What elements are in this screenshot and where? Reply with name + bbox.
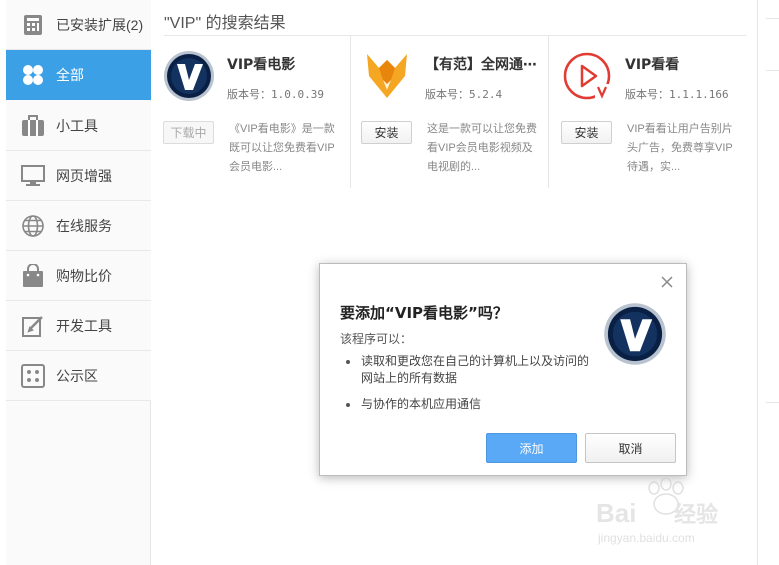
dialog-subtitle: 该程序可以： xyxy=(340,332,413,346)
extension-name: 【有范】全网通⋯ xyxy=(425,57,537,73)
youfan-fox-logo-icon xyxy=(361,50,413,102)
vip-movie-logo-icon xyxy=(603,302,667,366)
installed-icon xyxy=(20,12,46,38)
extension-description: 《VIP看电影》是一款既可以让您免费看VIP会员电影... xyxy=(229,123,335,173)
results-title: "VIP" 的搜索结果 xyxy=(164,15,286,32)
baidu-jingyan-watermark: Bai 经验 jingyan.baidu.com xyxy=(596,477,746,548)
permission-list: 读取和更改您在自己的计算机上以及访问的网站上的所有数据 与协作的本机应用通信 xyxy=(344,353,594,422)
extension-description: VIP看看让用户告别片头广告，免费尊享VIP待遇，实... xyxy=(627,123,733,173)
sidebar-item-dev-tools[interactable]: 开发工具 xyxy=(6,301,151,351)
all-grid-icon xyxy=(20,62,46,88)
sidebar-item-label: 全部 xyxy=(56,66,84,83)
extension-card[interactable]: VIP看看 版本号：1.1.1.166 安装 VIP看看让用户告别片头广告，免费… xyxy=(549,36,749,188)
sidebar-item-tools[interactable]: 小工具 xyxy=(6,101,151,151)
sidebar-item-public[interactable]: 公示区 xyxy=(6,351,151,401)
dots-grid-icon xyxy=(20,363,46,389)
cancel-button[interactable]: 取消 xyxy=(585,433,676,463)
sidebar-item-shopping[interactable]: 购物比价 xyxy=(6,251,151,301)
install-button[interactable]: 安装 xyxy=(561,121,612,144)
sidebar-item-label: 网页增强 xyxy=(56,167,112,184)
svg-text:经验: 经验 xyxy=(674,502,718,528)
sidebar-item-web-enhance[interactable]: 网页增强 xyxy=(6,151,151,201)
sidebar-item-label: 开发工具 xyxy=(56,317,112,334)
vip-movie-logo-icon xyxy=(163,50,215,102)
sidebar-item-label: 购物比价 xyxy=(56,267,112,284)
svg-text:jingyan.baidu.com: jingyan.baidu.com xyxy=(597,531,695,545)
extension-version: 版本号：5.2.4 xyxy=(425,88,503,101)
extension-version: 版本号：1.1.1.166 xyxy=(625,88,729,101)
downloading-button[interactable]: 下载中 xyxy=(163,121,214,144)
sidebar: 已安装扩展(2) 全部 小工具 网页增强 在线服务 购物比价 开发工具 公示区 xyxy=(6,0,151,565)
sidebar-item-all[interactable]: 全部 xyxy=(6,50,151,100)
edit-icon xyxy=(20,313,46,339)
sidebar-item-installed[interactable]: 已安装扩展(2) xyxy=(6,0,151,50)
add-button[interactable]: 添加 xyxy=(486,433,577,463)
dialog-title: 要添加“VIP看电影”吗？ xyxy=(340,304,508,322)
permission-item: 与协作的本机应用通信 xyxy=(344,396,594,413)
toolbox-icon xyxy=(20,113,46,139)
sidebar-item-label: 小工具 xyxy=(56,117,98,134)
sidebar-item-label: 公示区 xyxy=(56,367,98,384)
sidebar-item-label: 在线服务 xyxy=(56,217,112,234)
extension-card[interactable]: VIP看电影 版本号：1.0.0.39 下载中 《VIP看电影》是一款既可以让您… xyxy=(151,36,351,188)
close-icon[interactable] xyxy=(659,274,675,290)
extension-name: VIP看电影 xyxy=(227,57,296,73)
add-extension-dialog: 要添加“VIP看电影”吗？ 该程序可以： 读取和更改您在自己的计算机上以及访问的… xyxy=(319,263,687,476)
vip-kankan-play-logo-icon xyxy=(561,50,613,102)
right-panel-edge xyxy=(757,0,779,565)
sidebar-item-online-services[interactable]: 在线服务 xyxy=(6,201,151,251)
globe-icon xyxy=(20,213,46,239)
extension-card[interactable]: 【有范】全网通⋯ 版本号：5.2.4 安装 这是一款可以让您免费看VIP会员电影… xyxy=(349,36,549,188)
permission-item: 读取和更改您在自己的计算机上以及访问的网站上的所有数据 xyxy=(344,353,594,387)
sidebar-item-label: 已安装扩展(2) xyxy=(56,16,144,33)
extension-description: 这是一款可以让您免费看VIP会员电影视频及电视剧的... xyxy=(427,123,537,173)
shopping-bag-icon xyxy=(20,263,46,289)
monitor-icon xyxy=(20,163,46,189)
extension-name: VIP看看 xyxy=(625,57,680,73)
install-button[interactable]: 安装 xyxy=(361,121,412,144)
svg-text:Bai: Bai xyxy=(596,498,636,528)
extension-version: 版本号：1.0.0.39 xyxy=(227,88,324,101)
